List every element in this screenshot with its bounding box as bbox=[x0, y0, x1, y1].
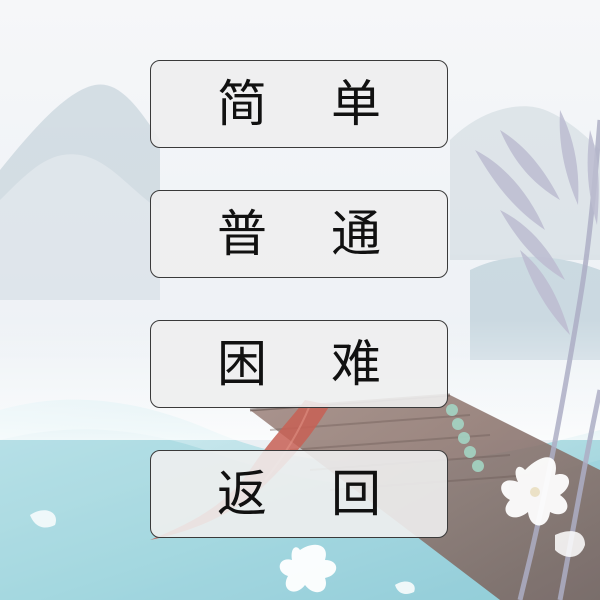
hard-button[interactable]: 困难 bbox=[150, 320, 448, 408]
hard-button-label: 困难 bbox=[217, 335, 445, 393]
easy-button[interactable]: 简单 bbox=[150, 60, 448, 148]
back-button[interactable]: 返回 bbox=[150, 450, 448, 538]
normal-button-label: 普通 bbox=[217, 205, 445, 263]
normal-button[interactable]: 普通 bbox=[150, 190, 448, 278]
back-button-label: 返回 bbox=[217, 465, 445, 523]
easy-button-label: 简单 bbox=[217, 75, 445, 133]
